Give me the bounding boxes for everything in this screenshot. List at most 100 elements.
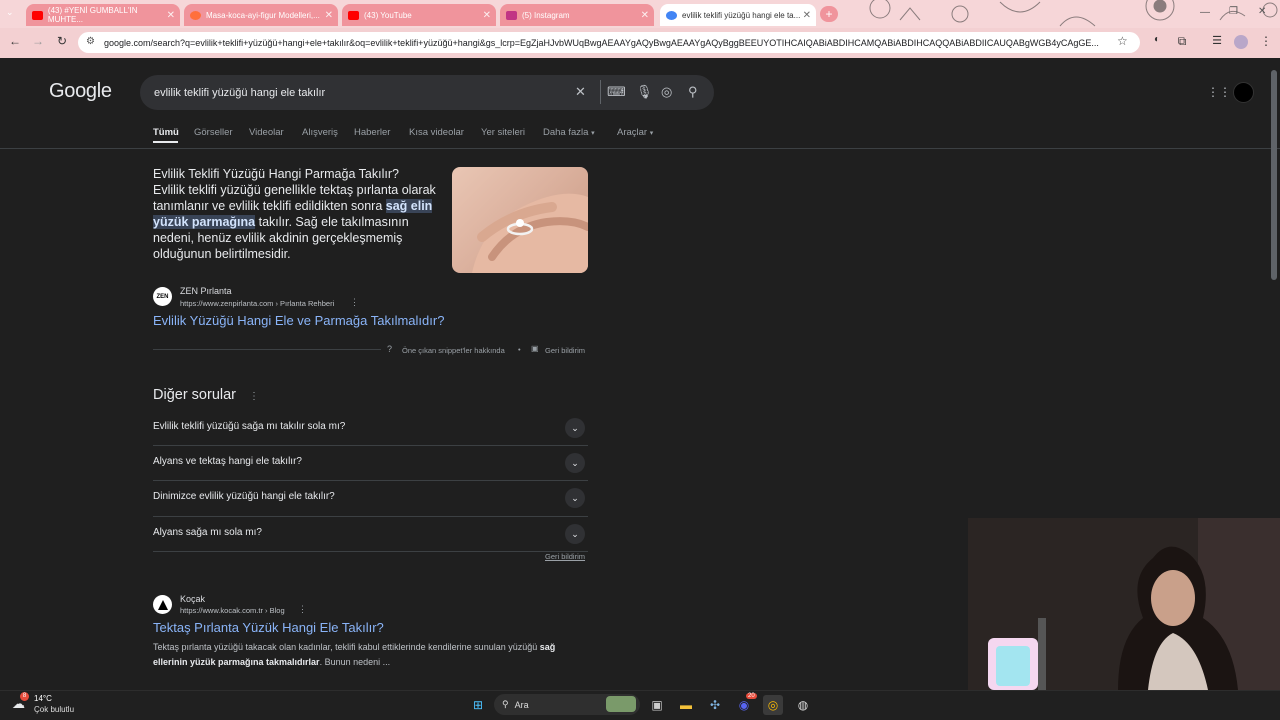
site-info-icon[interactable]: ⚙ [86, 36, 95, 47]
tab-search-icon[interactable]: ⌄ [6, 7, 14, 18]
featured-snippet-text: Evlilik Teklifi Yüzüğü Hangi Parmağa Tak… [153, 166, 445, 262]
help-icon: ? [387, 344, 393, 354]
ring-hand-illustration [472, 193, 588, 273]
source-name[interactable]: Koçak [180, 594, 205, 604]
paa-divider [153, 516, 588, 517]
source-url[interactable]: https://www.zenpirlanta.com › Pırlanta R… [180, 299, 334, 308]
tab-news[interactable]: Haberler [354, 127, 390, 138]
more-options-icon[interactable]: ⋮ [298, 604, 307, 615]
tab-all[interactable]: Tümü [153, 127, 179, 138]
chevron-down-icon[interactable]: ⌄ [565, 524, 585, 544]
close-icon[interactable]: ✕ [167, 10, 175, 21]
taskbar-search[interactable]: ⚲ Ara [494, 694, 640, 715]
snippet-feedback-link[interactable]: Geri bildirim [545, 346, 585, 355]
shop-icon [190, 10, 201, 20]
paa-question-2[interactable]: Alyans ve tektaş hangi ele takılır? [153, 456, 302, 467]
tab-tools[interactable]: Araçlar ▾ [617, 127, 653, 138]
extension-icon[interactable]: ◐ [1148, 34, 1166, 45]
youtube-icon [32, 10, 43, 20]
tab-title: (5) Instagram [522, 10, 570, 20]
tab-title: (43) YouTube [364, 10, 412, 20]
close-icon[interactable]: ✕ [641, 10, 649, 21]
close-icon[interactable]: ✕ [803, 10, 811, 21]
tab-videos[interactable]: Videolar [249, 127, 284, 138]
new-tab-button[interactable]: + [820, 6, 838, 22]
youtube-icon [348, 10, 359, 20]
address-bar[interactable]: ⚙ google.com/search?q=evlilik+teklifi+yü… [78, 32, 1140, 53]
tab-short-videos[interactable]: Kısa videolar [409, 127, 464, 138]
window-close-icon[interactable]: ✕ [1258, 6, 1266, 17]
search-icon: ⚲ [502, 699, 509, 709]
menu-kebab-icon[interactable]: ⋮ [1257, 34, 1275, 48]
extensions-puzzle-icon[interactable]: ⧉ [1173, 34, 1191, 49]
more-options-icon[interactable]: ⋮ [350, 297, 359, 308]
paa-question-4[interactable]: Alyans sağa mı sola mı? [153, 527, 262, 538]
scrollbar-thumb[interactable] [1271, 70, 1277, 280]
google-logo[interactable]: Google [49, 80, 112, 103]
result-description: Tektaş pırlanta yüzüğü takacak olan kadı… [153, 640, 583, 670]
close-icon[interactable]: ✕ [325, 10, 333, 21]
reload-icon[interactable]: ↻ [53, 34, 71, 48]
result-link[interactable]: Evlilik Yüzüğü Hangi Ele ve Parmağa Takı… [153, 313, 444, 328]
weather-desc[interactable]: Çok bulutlu [34, 705, 74, 714]
keyboard-icon[interactable]: ⌨ [607, 84, 626, 100]
search-input[interactable]: evlilik teklifi yüzüğü hangi ele takılır [140, 75, 714, 110]
feedback-icon: ▣ [531, 344, 539, 353]
tab-more[interactable]: Daha fazla ▾ [543, 127, 595, 138]
paa-question-3[interactable]: Dinimizce evlilik yüzüğü hangi ele takıl… [153, 491, 335, 502]
snippet-ring-image[interactable] [452, 167, 588, 273]
windows-start-icon[interactable]: ⊞ [468, 695, 488, 715]
reading-list-icon[interactable]: ☰ [1208, 34, 1226, 47]
back-icon[interactable]: ← [6, 34, 24, 48]
caret-down-icon: ▾ [591, 130, 595, 137]
search-icon[interactable]: ⚲ [688, 84, 698, 100]
tab-4-active[interactable]: evlilik teklifi yüzüğü hangi ele ta... ✕ [660, 4, 816, 26]
snippet-divider [153, 349, 381, 350]
kocak-logo-icon [157, 599, 168, 610]
microphone-icon[interactable]: 🎙 [636, 84, 653, 100]
source-url[interactable]: https://www.kocak.com.tr › Blog [180, 606, 285, 615]
chrome-icon[interactable]: ◎ [763, 695, 783, 715]
weather-temp[interactable]: 14°C [34, 694, 52, 703]
maximize-icon[interactable]: ❐ [1229, 6, 1238, 17]
tab-more-label: Daha fazla [543, 127, 589, 138]
close-icon[interactable]: ✕ [483, 10, 491, 21]
chevron-down-icon[interactable]: ⌄ [565, 453, 585, 473]
tab-web[interactable]: Yer siteleri [481, 127, 525, 138]
desc-after: . Bunun nedeni ... [319, 657, 391, 667]
paa-question-1[interactable]: Evlilik teklifi yüzüğü sağa mı takılır s… [153, 421, 345, 432]
clear-icon[interactable]: ✕ [575, 84, 586, 100]
settings-app-icon[interactable]: ✣ [705, 695, 725, 715]
paa-more-icon[interactable]: ⋮ [249, 391, 259, 402]
tab-title: Masa-koca-ayi-figur Modelleri,... [206, 10, 320, 20]
snippet-about-link[interactable]: Öne çıkan snippet'ler hakkında [402, 346, 505, 355]
windows-taskbar [0, 690, 1280, 720]
forward-icon[interactable]: → [29, 34, 47, 48]
paa-feedback-link[interactable]: Geri bildirim [545, 552, 585, 561]
tab-3[interactable]: (5) Instagram ✕ [500, 4, 654, 26]
minimize-icon[interactable]: — [1200, 7, 1210, 18]
source-name[interactable]: ZEN Pırlanta [180, 286, 232, 296]
bookmark-star-icon[interactable]: ☆ [1117, 34, 1128, 48]
paa-divider [153, 480, 588, 481]
url-text: google.com/search?q=evlilik+teklifi+yüzü… [104, 37, 1099, 48]
result-link[interactable]: Tektaş Pırlanta Yüzük Hangi Ele Takılır? [153, 620, 384, 635]
task-view-icon[interactable]: ▣ [647, 695, 667, 715]
kocak-favicon [153, 595, 172, 614]
obs-icon[interactable]: ◍ [793, 695, 813, 715]
lens-icon[interactable]: ◎ [661, 84, 672, 100]
chevron-down-icon[interactable]: ⌄ [565, 418, 585, 438]
file-explorer-icon[interactable]: ▬ [676, 695, 696, 715]
tab-images[interactable]: Görseller [194, 127, 233, 138]
paa-title: Diğer sorular [153, 387, 236, 403]
tab-2[interactable]: (43) YouTube ✕ [342, 4, 496, 26]
streamer-video [968, 518, 1280, 690]
taskbar-search-placeholder: Ara [514, 699, 529, 710]
profile-avatar[interactable] [1234, 35, 1248, 49]
tab-1[interactable]: Masa-koca-ayi-figur Modelleri,... ✕ [184, 4, 338, 26]
chevron-down-icon[interactable]: ⌄ [565, 488, 585, 508]
account-avatar[interactable] [1233, 82, 1254, 103]
tab-shopping[interactable]: Alışveriş [302, 127, 338, 138]
tab-0[interactable]: (43) #YENİ GUMBALL'IN MUHTE... ✕ [26, 4, 180, 26]
snippet-title: Evlilik Teklifi Yüzüğü Hangi Parmağa Tak… [153, 167, 399, 181]
